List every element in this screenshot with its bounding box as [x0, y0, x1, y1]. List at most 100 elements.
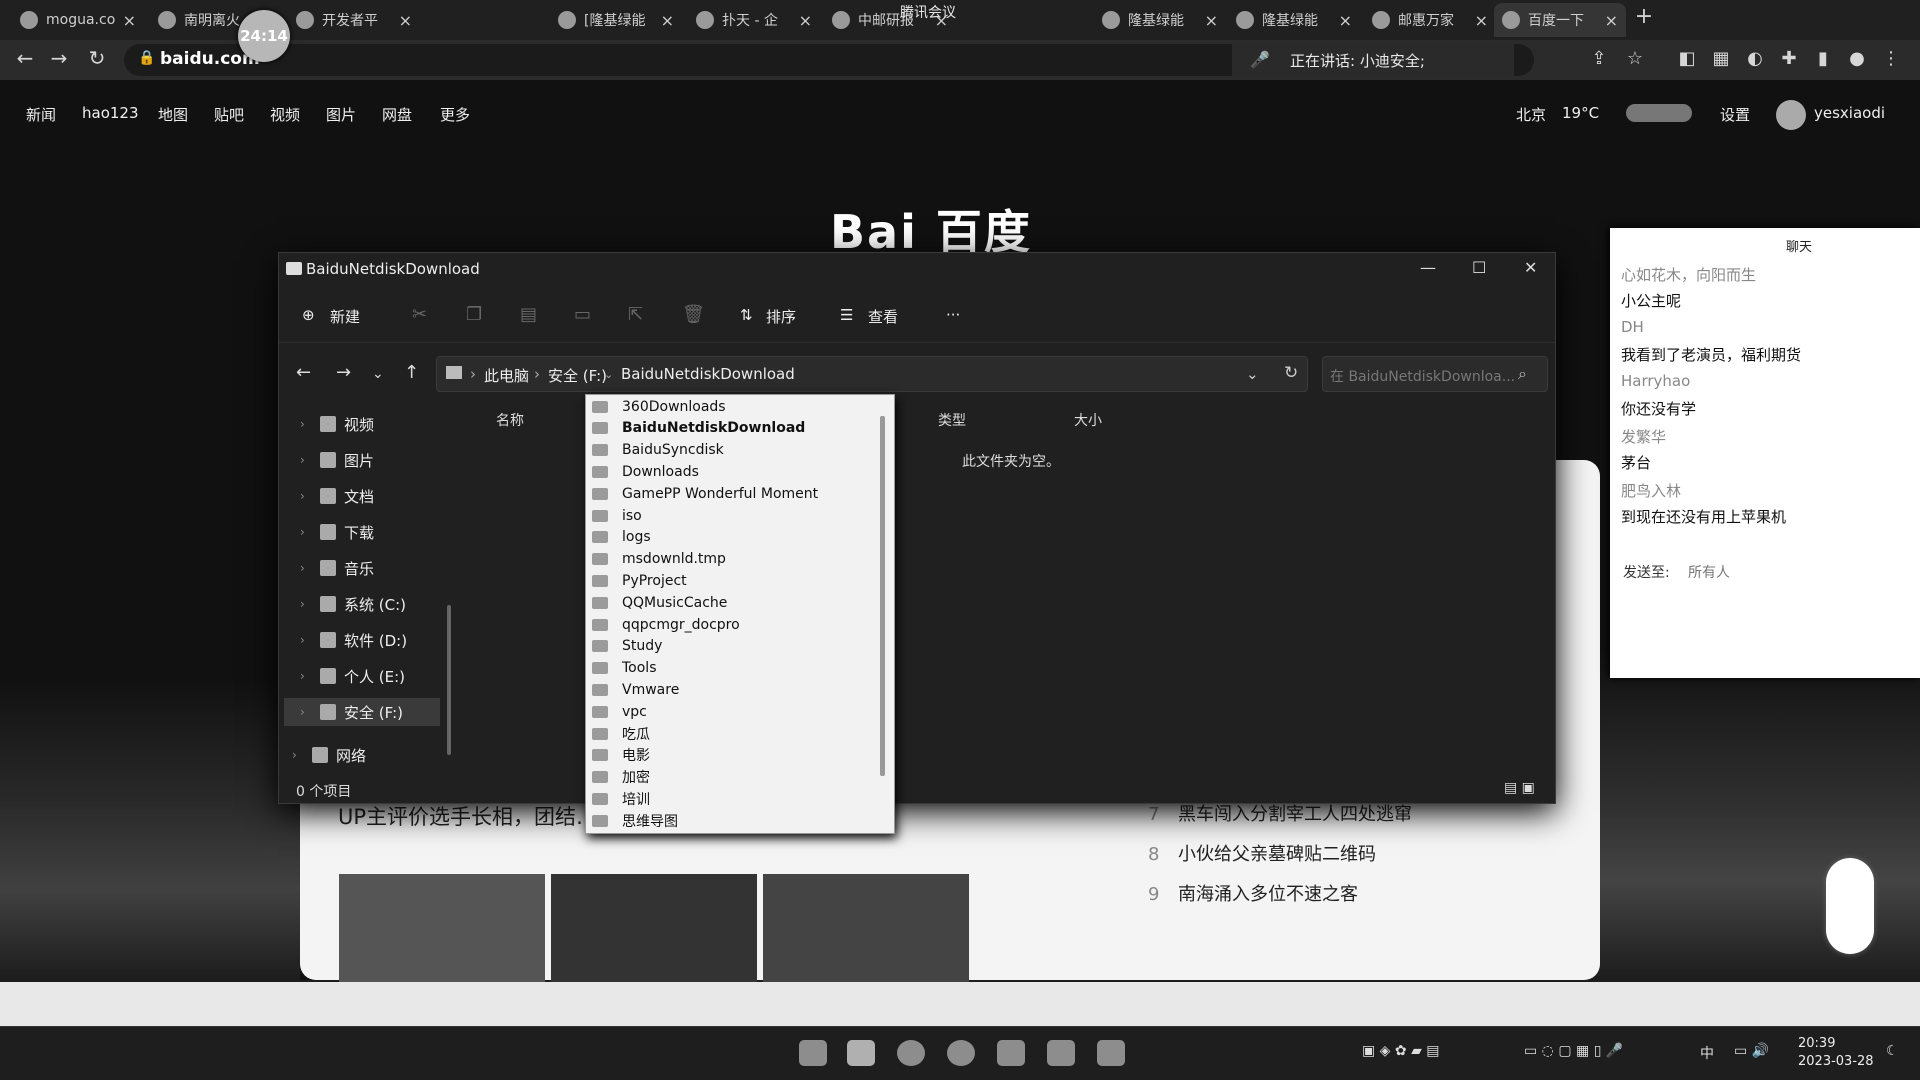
app-icon[interactable]: [997, 1040, 1025, 1066]
dropdown-folder-item[interactable]: PyProject: [592, 570, 687, 591]
chevron-down-icon[interactable]: ⌄: [1246, 365, 1259, 383]
new-icon[interactable]: ⊕: [302, 306, 315, 324]
column-name[interactable]: 名称: [496, 410, 524, 430]
dropdown-scrollbar[interactable]: [880, 416, 885, 776]
notification-icon[interactable]: ☾: [1886, 1043, 1899, 1059]
new-tab-icon[interactable]: +: [1630, 6, 1658, 34]
dropdown-folder-item[interactable]: msdownld.tmp: [592, 549, 726, 570]
search-icon[interactable]: ⌕: [1518, 364, 1527, 384]
column-type[interactable]: 类型: [938, 410, 966, 430]
hot-title[interactable]: 黑车闯入分割宰工人四处逃窜: [1178, 804, 1412, 825]
expand-chevron-icon[interactable]: ›: [300, 597, 320, 611]
dropdown-folder-item[interactable]: GamePP Wonderful Moment: [592, 483, 818, 504]
search-placeholder[interactable]: 在 BaiduNetdiskDownloa...: [1330, 366, 1520, 386]
paste-icon[interactable]: ▤: [520, 304, 537, 325]
recording-timer[interactable]: 24:14: [238, 10, 290, 62]
dropdown-folder-item[interactable]: logs: [592, 527, 651, 548]
hot-list-item[interactable]: 8 小伙给父亲墓碑贴二维码: [1148, 840, 1376, 866]
extension-icon[interactable]: ◧: [1676, 48, 1698, 70]
expand-chevron-icon[interactable]: ›: [300, 705, 320, 719]
network-volume-icons[interactable]: ▭ 🔊: [1734, 1043, 1769, 1059]
view-icon[interactable]: ☰: [840, 306, 853, 324]
browser-tab[interactable]: mogua.co ×: [12, 3, 144, 37]
delete-icon[interactable]: 🗑: [682, 304, 705, 325]
dropdown-folder-item[interactable]: 360Downloads: [592, 396, 726, 417]
back-icon[interactable]: ←: [12, 46, 38, 72]
browser-tab[interactable]: 隆基绿能 ×: [1094, 3, 1226, 37]
tab-close-icon[interactable]: ×: [1475, 11, 1488, 30]
dropdown-folder-item[interactable]: 加密: [592, 767, 650, 788]
baidu-nav-link[interactable]: 新闻: [26, 104, 56, 125]
dropdown-folder-item[interactable]: Study: [592, 636, 662, 657]
tab-close-icon[interactable]: ×: [1339, 11, 1352, 30]
browser-tab[interactable]: 扑天 - 企 ×: [688, 3, 820, 37]
sidebar-item[interactable]: › 下载: [300, 521, 374, 543]
clock-time[interactable]: 20:39: [1798, 1036, 1835, 1051]
browser-tab[interactable]: 邮惠万家 ×: [1364, 3, 1496, 37]
breadcrumb-this-pc[interactable]: 此电脑: [484, 365, 529, 386]
username[interactable]: yesxiaodi: [1814, 104, 1885, 122]
expand-chevron-icon[interactable]: ›: [300, 489, 320, 503]
extension-icon[interactable]: ◐: [1744, 48, 1766, 70]
dropdown-folder-item[interactable]: QQMusicCache: [592, 592, 727, 613]
expand-chevron-icon[interactable]: ›: [300, 669, 320, 683]
dropdown-folder-item[interactable]: iso: [592, 505, 642, 526]
sidebar-scrollbar[interactable]: [447, 605, 451, 755]
rename-icon[interactable]: ▭: [574, 304, 591, 325]
expand-chevron-icon[interactable]: ›: [292, 748, 312, 762]
browser-tab[interactable]: 开发者平 ×: [288, 3, 420, 37]
dropdown-folder-item[interactable]: qqpcmgr_docpro: [592, 614, 740, 635]
more-button[interactable]: ···: [946, 306, 960, 324]
menu-icon[interactable]: ⋮: [1880, 48, 1902, 70]
new-button[interactable]: 新建: [330, 306, 360, 327]
breadcrumb-drive[interactable]: 安全 (F:): [548, 365, 607, 386]
bookmark-star-icon[interactable]: ☆: [1624, 48, 1646, 70]
sidebar-item[interactable]: › 个人 (E:): [300, 665, 405, 687]
start-button-icon[interactable]: [799, 1040, 827, 1066]
baidu-nav-link[interactable]: hao123: [82, 104, 139, 122]
close-icon[interactable]: ✕: [1524, 258, 1537, 277]
avatar[interactable]: [1776, 100, 1806, 130]
dropdown-folder-item[interactable]: BaiduNetdiskDownload: [592, 418, 805, 439]
baidu-nav-link[interactable]: 视频: [270, 104, 300, 125]
refresh-icon[interactable]: ↻: [1284, 363, 1298, 383]
puzzle-icon[interactable]: ✚: [1778, 48, 1800, 70]
expand-chevron-icon[interactable]: ›: [300, 633, 320, 647]
dropdown-folder-item[interactable]: 吃瓜: [592, 723, 650, 744]
browser-tab[interactable]: 百度一下 ×: [1494, 3, 1626, 37]
dropdown-folder-item[interactable]: Tools: [592, 658, 657, 679]
browser-tab[interactable]: 隆基绿能 ×: [1228, 3, 1360, 37]
dropdown-folder-item[interactable]: 电影: [592, 745, 650, 766]
dropdown-folder-item[interactable]: BaiduSyncdisk: [592, 440, 724, 461]
news-thumbnail[interactable]: [551, 874, 757, 982]
share-icon[interactable]: ⇱: [628, 304, 643, 325]
sidebar-item[interactable]: › 文档: [300, 485, 374, 507]
weather-temperature[interactable]: 19°C: [1562, 104, 1599, 122]
column-size[interactable]: 大小: [1074, 410, 1102, 430]
chrome-app-icon[interactable]: [947, 1040, 975, 1066]
baidu-nav-link[interactable]: 地图: [158, 104, 188, 125]
copy-icon[interactable]: ❐: [466, 304, 482, 325]
sidebar-item[interactable]: › 系统 (C:): [300, 593, 406, 615]
send-to-select[interactable]: 所有人: [1688, 562, 1730, 582]
expand-chevron-icon[interactable]: ›: [300, 561, 320, 575]
up-icon[interactable]: ↑: [404, 362, 419, 383]
sidebar-item[interactable]: › 软件 (D:): [300, 629, 407, 651]
baidu-nav-link[interactable]: 网盘: [382, 104, 412, 125]
clock-date[interactable]: 2023-03-28: [1798, 1054, 1874, 1069]
tab-close-icon[interactable]: ×: [661, 11, 674, 30]
hot-title[interactable]: 南海涌入多位不速之客: [1178, 884, 1358, 905]
sidebar-item[interactable]: › 音乐: [300, 557, 374, 579]
app-icon[interactable]: [1097, 1040, 1125, 1066]
extension-icon[interactable]: ▦: [1710, 48, 1732, 70]
forward-icon[interactable]: →: [336, 362, 351, 383]
profile-icon[interactable]: ●: [1846, 48, 1868, 70]
weather-city[interactable]: 北京: [1516, 104, 1546, 125]
dropdown-folder-item[interactable]: 思维导图: [592, 810, 678, 831]
dropdown-folder-item[interactable]: Vmware: [592, 679, 679, 700]
tab-close-icon[interactable]: ×: [799, 11, 812, 30]
tab-close-icon[interactable]: ×: [399, 11, 412, 30]
breadcrumb-chevron-down-icon[interactable]: ⌄: [604, 368, 613, 381]
expand-chevron-icon[interactable]: ›: [300, 417, 320, 431]
cut-icon[interactable]: ✂: [412, 304, 427, 325]
